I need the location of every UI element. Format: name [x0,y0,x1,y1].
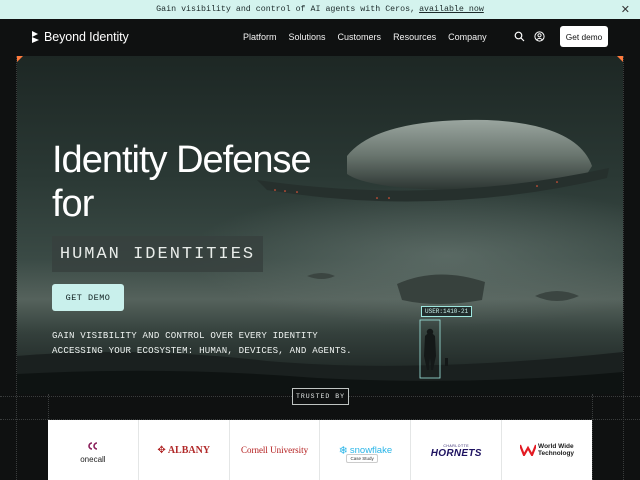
hero-title-line2: for [52,183,94,225]
menu-item-solutions[interactable]: Solutions [289,32,326,42]
logo-snowflake[interactable]: ❄ snowflake Case Study [320,420,412,480]
rotating-identity-tag: HUMAN IDENTITIES [52,236,263,272]
brand-name: Beyond Identity [44,30,129,44]
menu-item-company[interactable]: Company [448,32,487,42]
wwt-wordmark-line2: Technology [538,450,575,457]
cornell-wordmark: Cornell University [240,445,309,455]
case-study-badge[interactable]: Case Study [346,454,378,463]
menu-item-customers[interactable]: Customers [338,32,382,42]
close-icon[interactable]: ✕ [621,3,630,16]
hero-get-demo-button[interactable]: GET DEMO [52,284,124,311]
onecall-mark-icon [88,441,98,450]
hero-subtitle-line1: GAIN VISIBILITY AND CONTROL OVER EVERY I… [52,330,318,341]
account-icon[interactable] [534,31,545,42]
trusted-by-label: TRUSTED BY [292,388,349,405]
hero-title-line1: Identity Defense [52,139,312,181]
hero-subtitle-line2: ACCESSING YOUR ECOSYSTEM: HUMAN, DEVICES… [52,345,352,356]
menu-item-platform[interactable]: Platform [243,32,277,42]
get-demo-button[interactable]: Get demo [560,26,608,47]
top-nav: Beyond Identity Platform Solutions Custo… [0,19,640,56]
search-icon[interactable] [514,31,525,42]
announcement-link[interactable]: available now [419,5,484,14]
hero-title: Identity Defense for [52,138,312,226]
hero-subtitle: GAIN VISIBILITY AND CONTROL OVER EVERY I… [52,328,352,358]
brand-logo[interactable]: Beyond Identity [31,30,129,44]
main-menu: Platform Solutions Customers Resources C… [243,32,499,42]
announcement-text: Gain visibility and control of AI agents… [156,5,416,14]
logo-onecall[interactable]: onecall [48,420,139,480]
frame-line [623,56,624,480]
albany-wordmark: ALBANY [167,444,211,456]
logo-hornets[interactable]: CHARLOTTE HORNETS [411,420,503,480]
logo-wwt[interactable]: World Wide Technology [502,420,592,480]
wwt-mark-icon [520,444,537,456]
hornets-wordmark: HORNETS [430,448,482,459]
user-id-label: USER:1410-21 [421,306,473,317]
brand-mark-icon [32,31,39,43]
onecall-wordmark: onecall [80,454,106,464]
announcement-bar: Gain visibility and control of AI agents… [0,0,640,19]
wwt-wordmark-line1: World Wide [538,443,574,450]
albany-crest-icon: ✥ [157,444,166,456]
logo-albany[interactable]: ✥ ALBANY [139,420,230,480]
logo-cornell[interactable]: Cornell University [230,420,321,480]
menu-item-resources[interactable]: Resources [393,32,436,42]
customer-logos-strip: onecall ✥ ALBANY Cornell University ❄ sn… [48,420,592,480]
frame-line [592,394,593,480]
